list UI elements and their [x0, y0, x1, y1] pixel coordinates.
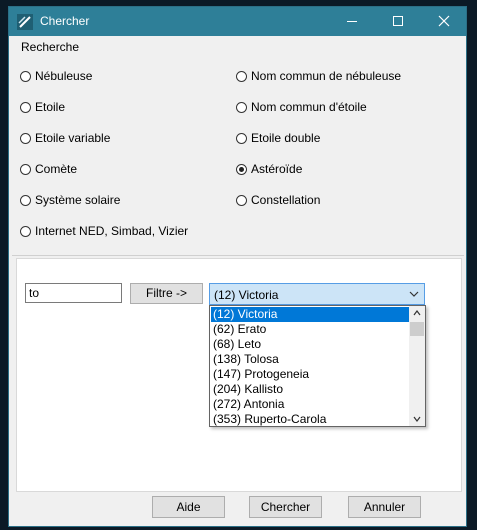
radio-indicator[interactable] [236, 101, 247, 113]
maximize-icon [393, 16, 403, 26]
radio-star[interactable]: Etoile [20, 98, 65, 116]
scroll-up-icon[interactable] [413, 310, 421, 316]
list-item[interactable]: (68) Leto [211, 337, 409, 352]
results-panel: Filtre -> (12) Victoria (12) Victoria (6… [16, 258, 462, 492]
title-bar[interactable]: Chercher [9, 7, 466, 36]
radio-label: Etoile double [251, 131, 321, 145]
combo-dropdown-list[interactable]: (12) Victoria (62) Erato (68) Leto (138)… [209, 305, 426, 427]
radio-label: Système solaire [35, 193, 121, 207]
radio-indicator[interactable] [20, 163, 31, 175]
radio-variable-star[interactable]: Etoile variable [20, 129, 110, 147]
search-button[interactable]: Chercher [249, 496, 322, 518]
cancel-button[interactable]: Annuler [348, 496, 421, 518]
radio-double-star[interactable]: Etoile double [236, 129, 320, 147]
list-item[interactable]: (12) Victoria [211, 307, 409, 322]
radio-indicator[interactable] [20, 132, 31, 144]
radio-indicator-checked[interactable] [236, 163, 247, 175]
radio-label: Nébuleuse [35, 69, 93, 83]
radio-internet[interactable]: Internet NED, Simbad, Vizier [20, 222, 188, 240]
radio-indicator[interactable] [20, 194, 31, 206]
scroll-down-icon[interactable] [413, 416, 421, 422]
asteroid-combobox[interactable]: (12) Victoria [209, 283, 425, 305]
list-item[interactable]: (62) Erato [211, 322, 409, 337]
radio-label: Nom commun d'étoile [251, 100, 367, 114]
group-label: Recherche [21, 40, 80, 54]
window-title: Chercher [40, 14, 90, 28]
scrollbar-thumb[interactable] [410, 322, 424, 336]
radio-constellation[interactable]: Constellation [236, 191, 320, 209]
list-item[interactable]: (147) Protogeneia [211, 367, 409, 382]
radio-star-common-name[interactable]: Nom commun d'étoile [236, 98, 367, 116]
radio-comet[interactable]: Comète [20, 160, 77, 178]
filter-input[interactable] [25, 283, 122, 303]
radio-label: Comète [35, 162, 78, 176]
close-button[interactable] [421, 7, 467, 36]
maximize-button[interactable] [375, 7, 421, 36]
radio-asteroid[interactable]: Astéroïde [236, 160, 302, 178]
radio-label: Etoile variable [35, 131, 111, 145]
list-item[interactable]: (204) Kallisto [211, 382, 409, 397]
radio-label: Astéroïde [251, 162, 303, 176]
list-item[interactable]: (272) Antonia [211, 397, 409, 412]
radio-nebula[interactable]: Nébuleuse [20, 67, 92, 85]
dropdown-scrollbar[interactable] [409, 306, 425, 426]
radio-indicator[interactable] [236, 194, 247, 206]
minimize-button[interactable] [329, 7, 375, 36]
radio-solar-system[interactable]: Système solaire [20, 191, 120, 209]
radio-indicator[interactable] [20, 70, 31, 82]
radio-indicator[interactable] [236, 70, 247, 82]
radio-indicator[interactable] [236, 132, 247, 144]
filter-button[interactable]: Filtre -> [130, 283, 203, 304]
list-item[interactable]: (353) Ruperto-Carola [211, 412, 409, 427]
chevron-down-icon[interactable] [409, 290, 419, 298]
list-item[interactable]: (138) Tolosa [211, 352, 409, 367]
close-icon [438, 15, 450, 27]
radio-label: Nom commun de nébuleuse [251, 69, 402, 83]
help-button[interactable]: Aide [152, 496, 225, 518]
radio-indicator[interactable] [20, 225, 31, 237]
radio-indicator[interactable] [20, 101, 31, 113]
radio-label: Etoile [35, 100, 66, 114]
minimize-icon [347, 21, 357, 22]
radio-label: Internet NED, Simbad, Vizier [35, 224, 189, 238]
radio-label: Constellation [251, 193, 321, 207]
search-dialog: Chercher Recherche Nébuleuse Nom commun … [8, 6, 467, 527]
search-type-group: Recherche Nébuleuse Nom commun de nébule… [12, 37, 464, 256]
combo-selected-value: (12) Victoria [214, 288, 279, 302]
radio-nebula-common-name[interactable]: Nom commun de nébuleuse [236, 67, 401, 85]
dialog-button-bar: Aide Chercher Annuler [9, 494, 466, 526]
telescope-icon [17, 14, 33, 30]
